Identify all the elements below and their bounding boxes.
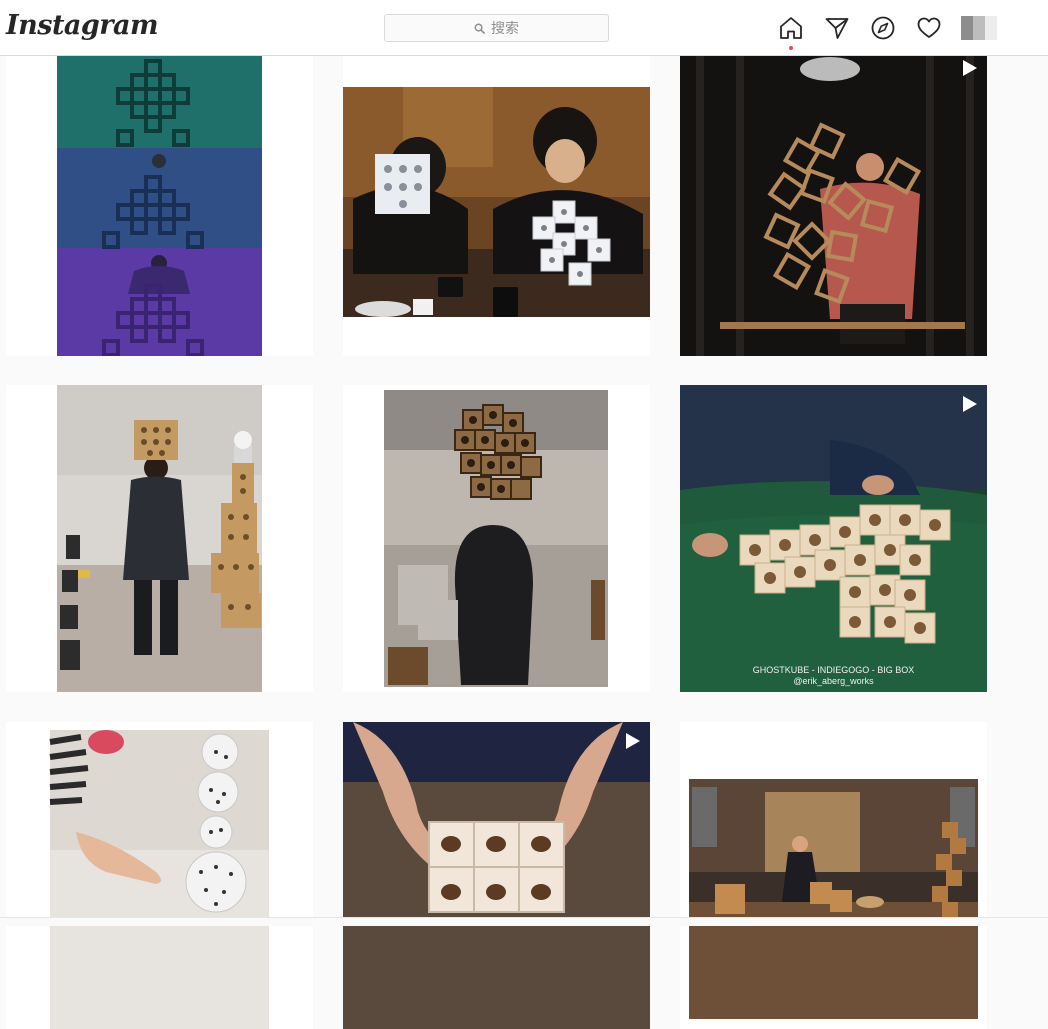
post-image-hands-cubes: [343, 722, 650, 1029]
top-navigation-bar: Instagram 搜索: [0, 0, 1048, 56]
post-thumbnail[interactable]: [343, 385, 650, 692]
post-thumbnail[interactable]: [6, 385, 313, 692]
post-image-dice-stack: [49, 730, 269, 1029]
post-image-stage-lattice: [680, 49, 987, 356]
post-image-green-table-cubes: [680, 385, 987, 692]
video-play-icon: [963, 396, 977, 412]
search-input[interactable]: 搜索: [384, 14, 609, 42]
post-thumbnail[interactable]: [680, 49, 987, 356]
instagram-logo[interactable]: Instagram: [6, 10, 159, 41]
activity-heart-icon[interactable]: [916, 15, 942, 41]
video-caption-handle: @erik_aberg_works: [793, 676, 874, 686]
explore-icon[interactable]: [870, 15, 896, 41]
post-image-cube-mask: [384, 390, 608, 687]
post-image-gallery-walk: [57, 385, 262, 692]
post-image-stage-performance: [689, 779, 978, 1019]
post-thumbnail[interactable]: GHOSTKUBE - INDIEGOGO - BIG BOX @erik_ab…: [680, 385, 987, 692]
profile-avatar[interactable]: [961, 16, 997, 40]
video-caption-title: GHOSTKUBE - INDIEGOGO - BIG BOX: [752, 665, 915, 675]
search-placeholder: 搜索: [491, 21, 519, 37]
direct-message-icon[interactable]: [824, 15, 850, 41]
video-play-icon: [626, 733, 640, 749]
active-indicator-dot: [789, 46, 793, 50]
post-thumbnail[interactable]: [680, 722, 987, 1029]
search-icon: [474, 23, 485, 34]
post-thumbnail[interactable]: [343, 49, 650, 356]
post-thumbnail[interactable]: [6, 49, 313, 356]
post-image-cafe-cubes: [343, 87, 650, 317]
video-play-icon: [963, 60, 977, 76]
post-thumbnail[interactable]: [6, 722, 313, 1029]
post-image-tricolor-cube-sculpture: [57, 49, 262, 356]
post-thumbnail[interactable]: [343, 722, 650, 1029]
home-icon[interactable]: [778, 15, 804, 41]
